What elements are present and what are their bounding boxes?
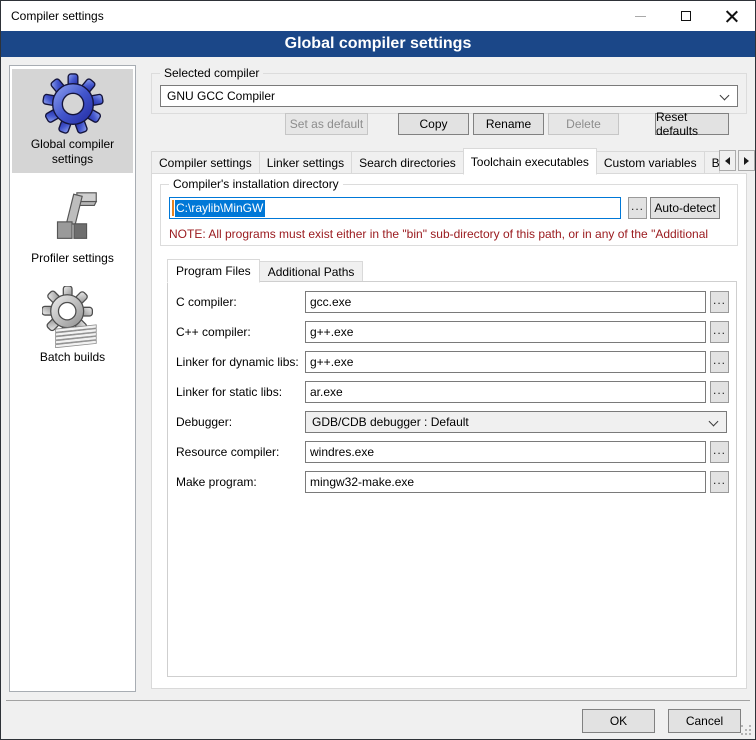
compiler-settings-dialog: Compiler settings Global compiler settin… bbox=[0, 0, 756, 740]
static-linker-input[interactable] bbox=[305, 381, 706, 403]
installation-directory-input[interactable]: C:\raylib\MinGW bbox=[169, 197, 621, 219]
compiler-select[interactable]: GNU GCC Compiler bbox=[160, 85, 738, 107]
toolchain-executables-page: Compiler's installation directory C:\ray… bbox=[151, 173, 747, 689]
compiler-select-value: GNU GCC Compiler bbox=[167, 89, 275, 103]
c-compiler-row: C compiler: ... bbox=[176, 291, 736, 313]
sidebar-item-label: Global compiler settings bbox=[12, 137, 133, 167]
page-title: Global compiler settings bbox=[1, 31, 755, 57]
maximize-button[interactable] bbox=[663, 1, 709, 31]
delete-button[interactable]: Delete bbox=[548, 113, 619, 135]
cpp-compiler-browse-button[interactable]: ... bbox=[710, 321, 729, 343]
copy-button[interactable]: Copy bbox=[398, 113, 469, 135]
tab-linker-settings[interactable]: Linker settings bbox=[259, 151, 352, 174]
subtab-additional-paths[interactable]: Additional Paths bbox=[259, 261, 364, 282]
arrow-right-icon bbox=[744, 157, 749, 165]
debugger-select[interactable]: GDB/CDB debugger : Default bbox=[305, 411, 727, 433]
make-program-input[interactable] bbox=[305, 471, 706, 493]
caliper-icon bbox=[42, 187, 104, 249]
resource-compiler-input[interactable] bbox=[305, 441, 706, 463]
tab-compiler-settings[interactable]: Compiler settings bbox=[151, 151, 260, 174]
resource-compiler-row: Resource compiler: ... bbox=[176, 441, 736, 463]
resource-compiler-browse-button[interactable]: ... bbox=[710, 441, 729, 463]
make-program-label: Make program: bbox=[176, 475, 257, 489]
sidebar-item-label: Batch builds bbox=[12, 350, 133, 365]
selected-compiler-group-label: Selected compiler bbox=[160, 66, 263, 81]
maximize-icon bbox=[681, 11, 691, 21]
debugger-label: Debugger: bbox=[176, 415, 232, 429]
tab-scroll-right-button[interactable] bbox=[738, 150, 755, 171]
installation-directory-browse-button[interactable]: ... bbox=[628, 197, 647, 219]
cpp-compiler-row: C++ compiler: ... bbox=[176, 321, 736, 343]
debugger-row: Debugger: GDB/CDB debugger : Default bbox=[176, 411, 736, 433]
gray-gear-stack-icon bbox=[42, 286, 104, 348]
titlebar[interactable]: Compiler settings bbox=[1, 1, 755, 31]
minimize-icon bbox=[635, 16, 646, 17]
make-program-browse-button[interactable]: ... bbox=[710, 471, 729, 493]
ok-button[interactable]: OK bbox=[582, 709, 655, 733]
set-as-default-button[interactable]: Set as default bbox=[285, 113, 368, 135]
tab-toolchain-executables[interactable]: Toolchain executables bbox=[463, 148, 597, 175]
installation-directory-value: C:\raylib\MinGW bbox=[175, 200, 265, 217]
footer: OK Cancel bbox=[1, 707, 755, 735]
cpp-compiler-label: C++ compiler: bbox=[176, 325, 251, 339]
chevron-down-icon bbox=[709, 417, 719, 427]
resource-compiler-label: Resource compiler: bbox=[176, 445, 279, 459]
selected-compiler-group: Selected compiler GNU GCC Compiler bbox=[151, 73, 747, 114]
caption-buttons bbox=[617, 1, 755, 31]
chevron-down-icon bbox=[720, 91, 730, 101]
c-compiler-browse-button[interactable]: ... bbox=[710, 291, 729, 313]
make-program-row: Make program: ... bbox=[176, 471, 736, 493]
tab-build-options[interactable]: Build options bbox=[704, 151, 720, 174]
rename-button[interactable]: Rename bbox=[473, 113, 544, 135]
c-compiler-input[interactable] bbox=[305, 291, 706, 313]
sidebar-item-global-compiler-settings[interactable]: Global compiler settings bbox=[12, 69, 133, 173]
tab-scroll-arrows bbox=[719, 150, 755, 171]
static-linker-browse-button[interactable]: ... bbox=[710, 381, 729, 403]
close-button[interactable] bbox=[709, 1, 755, 31]
program-files-page: C compiler: ... C++ compiler: ... Linker… bbox=[167, 281, 737, 677]
arrow-left-icon bbox=[725, 157, 730, 165]
dynamic-linker-input[interactable] bbox=[305, 351, 706, 373]
static-linker-row: Linker for static libs: ... bbox=[176, 381, 736, 403]
close-icon bbox=[726, 10, 738, 22]
static-linker-label: Linker for static libs: bbox=[176, 385, 282, 399]
minimize-button[interactable] bbox=[617, 1, 663, 31]
installation-directory-group-label: Compiler's installation directory bbox=[169, 177, 343, 192]
settings-tabstrip: Compiler settings Linker settings Search… bbox=[151, 146, 747, 174]
programs-subtabs: Program Files Additional Paths bbox=[167, 258, 362, 282]
blue-gear-icon bbox=[42, 73, 104, 135]
tab-search-directories[interactable]: Search directories bbox=[351, 151, 464, 174]
compiler-actions: Set as default Copy Rename Delete Reset … bbox=[146, 113, 749, 137]
installation-directory-group: Compiler's installation directory C:\ray… bbox=[160, 184, 738, 246]
footer-divider bbox=[6, 700, 750, 701]
reset-defaults-button[interactable]: Reset defaults bbox=[655, 113, 729, 135]
cancel-button[interactable]: Cancel bbox=[668, 709, 741, 733]
debugger-select-value: GDB/CDB debugger : Default bbox=[312, 415, 469, 429]
sidebar-item-batch-builds[interactable]: Batch builds bbox=[12, 282, 133, 371]
sidebar-item-label: Profiler settings bbox=[12, 251, 133, 266]
dynamic-linker-browse-button[interactable]: ... bbox=[710, 351, 729, 373]
dynamic-linker-label: Linker for dynamic libs: bbox=[176, 355, 299, 369]
settings-category-list: Global compiler settings Profiler settin… bbox=[9, 65, 136, 692]
resize-grip[interactable] bbox=[741, 725, 743, 727]
note-text: NOTE: All programs must exist either in … bbox=[169, 227, 733, 241]
subtab-program-files[interactable]: Program Files bbox=[167, 259, 260, 283]
text-caret bbox=[172, 200, 174, 216]
tab-custom-variables[interactable]: Custom variables bbox=[596, 151, 705, 174]
sidebar-item-profiler-settings[interactable]: Profiler settings bbox=[12, 183, 133, 272]
c-compiler-label: C compiler: bbox=[176, 295, 237, 309]
cpp-compiler-input[interactable] bbox=[305, 321, 706, 343]
auto-detect-button[interactable]: Auto-detect bbox=[650, 197, 720, 219]
dynamic-linker-row: Linker for dynamic libs: ... bbox=[176, 351, 736, 373]
tab-scroll-left-button[interactable] bbox=[719, 150, 736, 171]
window-title: Compiler settings bbox=[1, 9, 104, 23]
